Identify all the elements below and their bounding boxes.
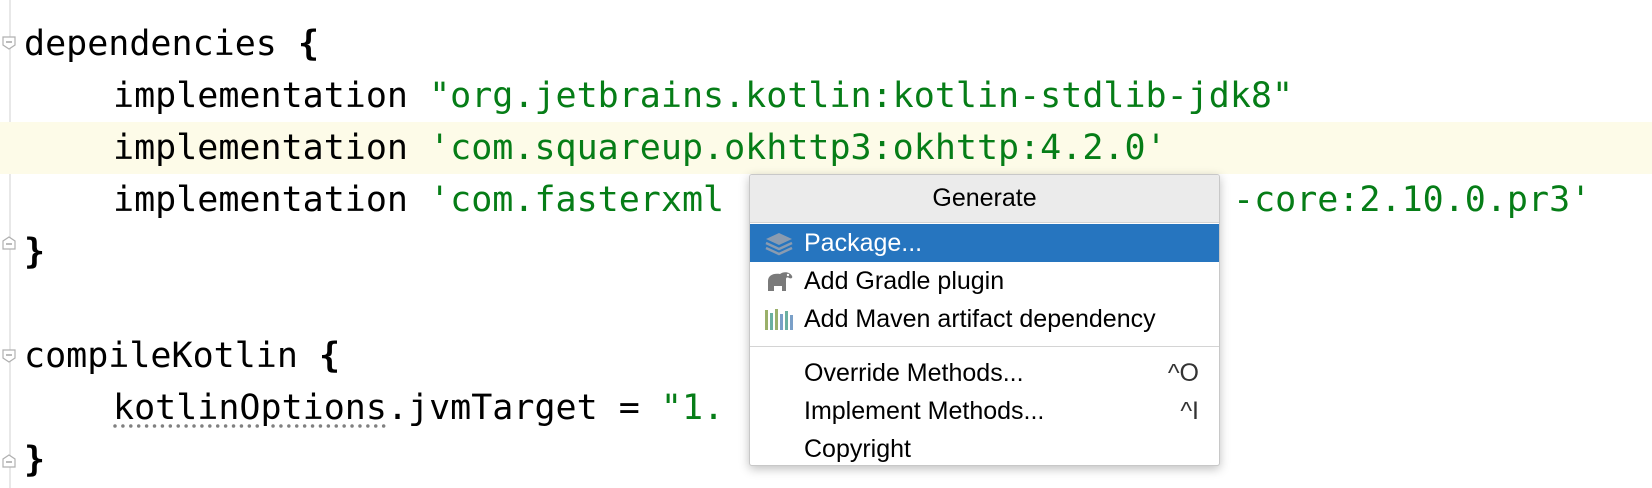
menu-item-label: Add Maven artifact dependency [804, 305, 1156, 333]
menu-item-copyright[interactable]: Copyright [750, 430, 1219, 465]
code-text: .jvmTarget = [386, 388, 661, 428]
string-literal: "org.jetbrains.kotlin:kotlin-stdlib-jdk8… [429, 76, 1294, 116]
menu-item-package[interactable]: Package... [750, 224, 1219, 262]
menu-item-label: Add Gradle plugin [804, 267, 1005, 295]
menu-item-label: Override Methods... [804, 359, 1024, 387]
string-literal: 'com.squareup.okhttp3:okhttp:4.2.0' [429, 128, 1167, 168]
code-line[interactable]: } [24, 434, 45, 486]
code-line[interactable]: compileKotlin { [24, 330, 340, 382]
menu-item-label: Implement Methods... [804, 397, 1045, 425]
menu-item-add-gradle-plugin[interactable]: Add Gradle plugin [750, 262, 1219, 300]
fold-open-icon[interactable] [2, 349, 16, 363]
keyword: compileKotlin [24, 336, 298, 376]
maven-library-icon [764, 306, 794, 332]
menu-item-implement-methods[interactable]: Implement Methods... ^I [750, 392, 1219, 430]
shortcut-label: ^O [1167, 359, 1199, 387]
shortcut-label: ^I [1180, 397, 1199, 425]
keyword: implementation [113, 180, 409, 220]
menu-item-override-methods[interactable]: Override Methods... ^O [750, 354, 1219, 392]
menu-item-add-maven-dependency[interactable]: Add Maven artifact dependency [750, 300, 1219, 338]
popup-title: Generate [750, 175, 1219, 223]
brace: { [297, 24, 320, 64]
brace: { [319, 336, 341, 376]
string-literal: "1. [660, 388, 725, 428]
brace: } [24, 440, 46, 480]
menu-item-label: Package... [804, 229, 923, 257]
code-line-fragment[interactable]: -core:2.10.0.pr3' [1233, 174, 1591, 226]
code-line[interactable]: implementation "org.jetbrains.kotlin:kot… [24, 70, 1293, 122]
brace: } [24, 232, 46, 272]
package-icon [764, 230, 794, 256]
code-line[interactable]: dependencies { [24, 18, 319, 70]
string-literal: -core:2.10.0.pr3' [1233, 180, 1592, 220]
keyword: implementation [113, 128, 409, 168]
fold-open-icon[interactable] [2, 36, 16, 50]
menu-item-label: Copyright [804, 435, 911, 463]
code-line[interactable]: implementation 'com.fasterxml [24, 174, 724, 226]
property: kotlinOptions [113, 388, 387, 428]
code-line[interactable]: implementation 'com.squareup.okhttp3:okh… [24, 122, 1167, 174]
gradle-elephant-icon [764, 268, 794, 294]
fold-close-icon[interactable] [2, 236, 16, 250]
string-literal: 'com.fasterxml [429, 180, 725, 220]
menu-separator [750, 346, 1219, 347]
keyword: implementation [113, 76, 409, 116]
code-line[interactable]: } [24, 226, 45, 278]
generate-popup: Generate Package... Add Gradle plugin Ad… [749, 174, 1220, 466]
fold-close-icon[interactable] [2, 454, 16, 468]
code-line[interactable]: kotlinOptions.jvmTarget = "1. [24, 382, 724, 434]
code-editor[interactable]: dependencies { implementation "org.jetbr… [0, 0, 1652, 488]
keyword: dependencies [24, 24, 277, 64]
